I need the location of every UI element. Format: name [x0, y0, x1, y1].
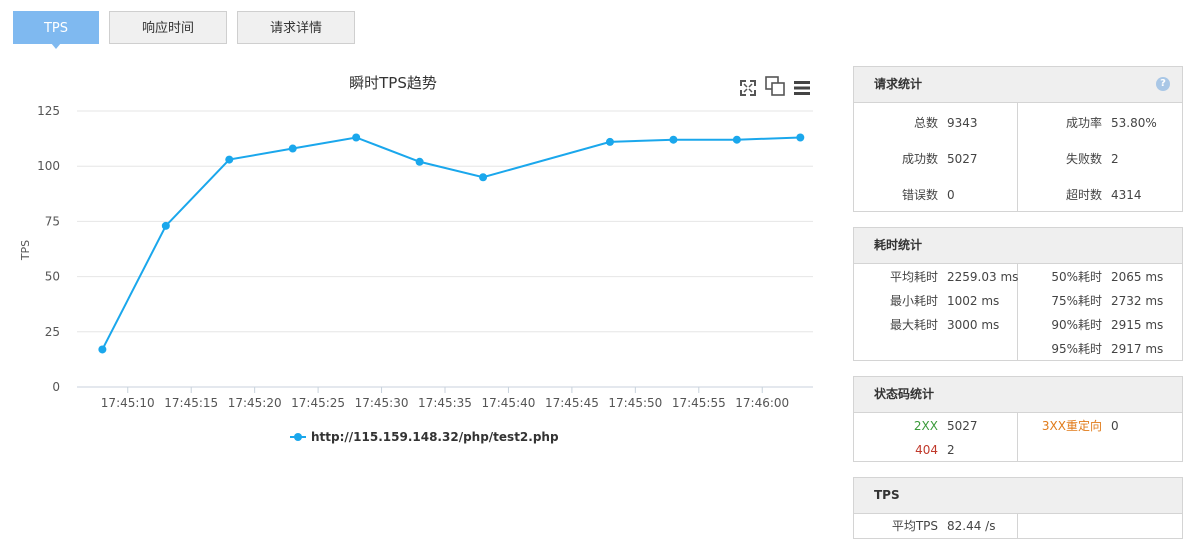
tps-panel: TPS 平均TPS 82.44 /s — [853, 477, 1183, 539]
x-tick-label: 17:45:10 — [101, 396, 155, 410]
panel-title: 状态码统计 — [854, 377, 1182, 413]
fullscreen-icon[interactable] — [740, 80, 756, 96]
success-value: 5027 — [947, 152, 978, 166]
status-2xx-value: 5027 — [947, 419, 978, 433]
data-point[interactable] — [796, 133, 805, 142]
panel-title: 请求统计 ? — [854, 67, 1182, 103]
data-point[interactable] — [98, 345, 107, 354]
x-ticks: 17:45:10 17:45:15 17:45:20 17:45:25 17:45:30… — [101, 387, 789, 410]
series-line — [101, 136, 801, 350]
avg-tps-value: 82.44 /s — [947, 519, 996, 533]
y-axis-label: TPS — [19, 240, 32, 261]
data-point[interactable] — [479, 173, 488, 182]
legend[interactable]: http://115.159.148.32/php/test2.php — [290, 430, 559, 444]
data-point[interactable] — [161, 221, 170, 230]
y-tick-label: 125 — [37, 104, 60, 118]
data-point[interactable] — [605, 137, 614, 146]
x-tick-label: 17:45:50 — [608, 396, 662, 410]
x-tick-label: 17:45:25 — [291, 396, 345, 410]
data-point[interactable] — [225, 155, 234, 164]
status-2xx-label: 2XX — [913, 419, 938, 433]
total-value: 9343 — [947, 116, 978, 130]
restore-icon[interactable] — [765, 76, 785, 96]
total-label: 总数 — [913, 116, 938, 130]
fail-label: 失败数 — [1065, 152, 1102, 166]
y-ticks: 125 100 75 50 25 0 — [37, 104, 60, 394]
help-icon[interactable]: ? — [1156, 77, 1170, 91]
request-stats-panel: 请求统计 ? 总数 9343 成功率 53.80% 成功数 5027 失败数 2… — [853, 66, 1183, 212]
panel-title: TPS — [854, 478, 1182, 514]
y-tick-label: 25 — [45, 325, 60, 339]
status-code-panel: 状态码统计 2XX 5027 3XX重定向 0 404 2 — [853, 376, 1183, 462]
x-tick-label: 17:45:15 — [164, 396, 218, 410]
x-tick-label: 17:45:20 — [228, 396, 282, 410]
data-point[interactable] — [352, 133, 361, 142]
error-value: 0 — [947, 188, 955, 202]
chart-grid — [77, 110, 813, 388]
y-tick-label: 75 — [45, 214, 60, 228]
timeout-label: 超时数 — [1065, 188, 1102, 202]
status-404-label: 404 — [915, 443, 938, 457]
data-point[interactable] — [669, 135, 678, 144]
x-tick-label: 17:45:40 — [481, 396, 535, 410]
tab-tps[interactable]: TPS — [13, 11, 99, 49]
menu-icon[interactable] — [794, 81, 810, 95]
avg-tps-label: 平均TPS — [891, 519, 938, 533]
data-point[interactable] — [288, 144, 297, 153]
timeout-value: 4314 — [1111, 188, 1142, 202]
tps-chart: 瞬时TPS趋势 TPS 1251007550250 17:45:10 17:45:… — [19, 74, 813, 444]
success-rate-label: 成功率 — [1065, 116, 1102, 130]
success-rate-value: 53.80% — [1111, 116, 1157, 130]
data-point[interactable] — [732, 135, 741, 144]
legend-marker — [294, 433, 302, 441]
y-tick-label: 100 — [37, 159, 60, 173]
stat-row: 成功数 5027 失败数 2 — [854, 151, 1184, 167]
x-tick-label: 17:46:00 — [735, 396, 789, 410]
fail-value: 2 — [1111, 152, 1119, 166]
success-label: 成功数 — [901, 152, 938, 166]
x-tick-label: 17:45:30 — [355, 396, 409, 410]
x-tick-label: 17:45:35 — [418, 396, 472, 410]
legend-label: http://115.159.148.32/php/test2.php — [311, 430, 559, 444]
tab-response-time[interactable]: 响应时间 — [109, 11, 227, 44]
time-stats-panel: 耗时统计 平均耗时 2259.03 ms 最小耗时 1002 ms 最大耗时 3000… — [853, 227, 1183, 361]
x-tick-label: 17:45:55 — [672, 396, 726, 410]
error-label: 错误数 — [901, 188, 938, 202]
status-3xx-value: 0 — [1111, 419, 1119, 433]
data-point[interactable] — [415, 157, 424, 166]
divider — [1017, 514, 1018, 539]
panel-title: 耗时统计 — [854, 228, 1182, 264]
status-3xx-label: 3XX重定向 — [1041, 419, 1102, 433]
y-tick-label: 0 — [52, 380, 60, 394]
stat-row: 错误数 0 超时数 4314 — [854, 187, 1184, 203]
tab-request-detail[interactable]: 请求详情 — [237, 11, 355, 44]
chart-title: 瞬时TPS趋势 — [349, 74, 437, 92]
stat-row: 总数 9343 成功率 53.80% — [854, 115, 1184, 131]
y-tick-label: 50 — [45, 270, 60, 284]
status-404-value: 2 — [947, 443, 955, 457]
x-tick-label: 17:45:45 — [545, 396, 599, 410]
